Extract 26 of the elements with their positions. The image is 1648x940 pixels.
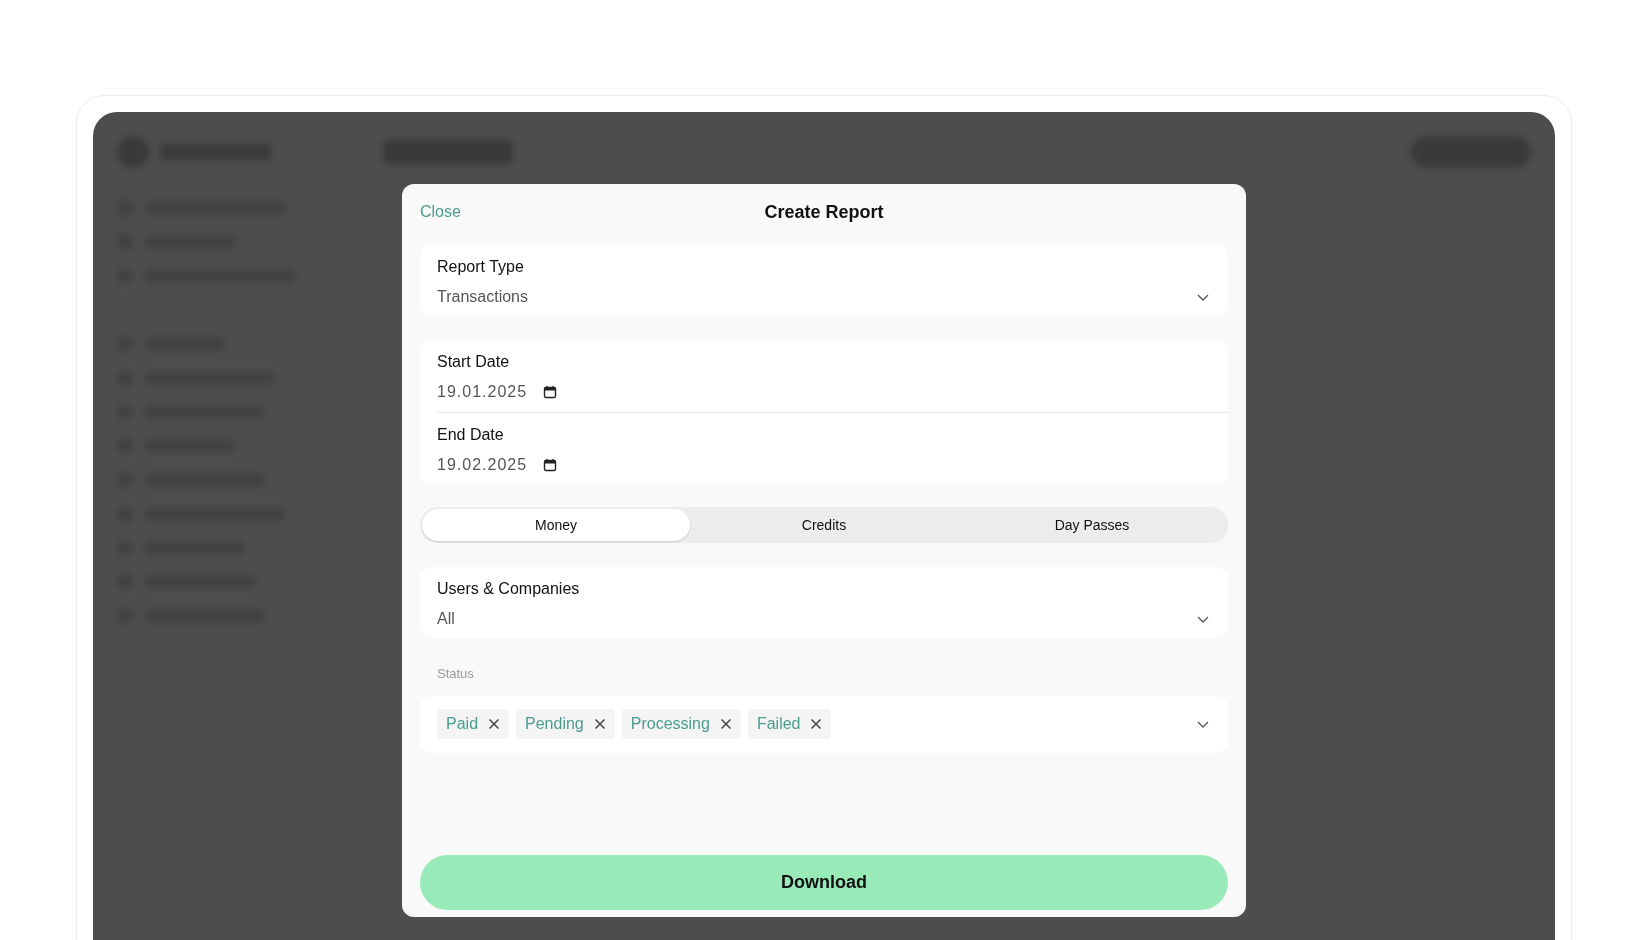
- segment-tab[interactable]: Money: [422, 509, 690, 541]
- users-select[interactable]: Users & Companies All: [420, 567, 1228, 638]
- segment-tab[interactable]: Credits: [690, 509, 958, 541]
- field-value: Transactions: [437, 287, 528, 307]
- status-tag: Failed: [747, 709, 832, 739]
- download-button[interactable]: Download: [420, 854, 1228, 910]
- calendar-icon[interactable]: [543, 458, 558, 472]
- close-icon[interactable]: [810, 718, 823, 730]
- close-icon[interactable]: [719, 718, 732, 730]
- field-label: Report Type: [437, 257, 525, 277]
- field-label: Start Date: [437, 352, 511, 372]
- close-icon[interactable]: [488, 718, 501, 730]
- status-tag: Pending: [516, 709, 615, 739]
- status-label: Status: [437, 665, 474, 683]
- status-tag: Paid: [437, 709, 510, 739]
- date-input[interactable]: 19.02.2025: [437, 453, 558, 477]
- close-icon[interactable]: [593, 718, 606, 730]
- dialog-title: Create Report: [764, 200, 884, 224]
- status-tag: Processing: [621, 709, 741, 739]
- report-type-select[interactable]: Report Type Transactions: [420, 245, 1228, 316]
- field-value: All: [437, 609, 455, 629]
- field-label: Users & Companies: [437, 579, 581, 599]
- field-label: End Date: [437, 425, 505, 445]
- calendar-icon[interactable]: [543, 385, 558, 399]
- segment-tab[interactable]: Day Passes: [958, 509, 1226, 541]
- date-input[interactable]: 19.01.2025: [437, 380, 558, 404]
